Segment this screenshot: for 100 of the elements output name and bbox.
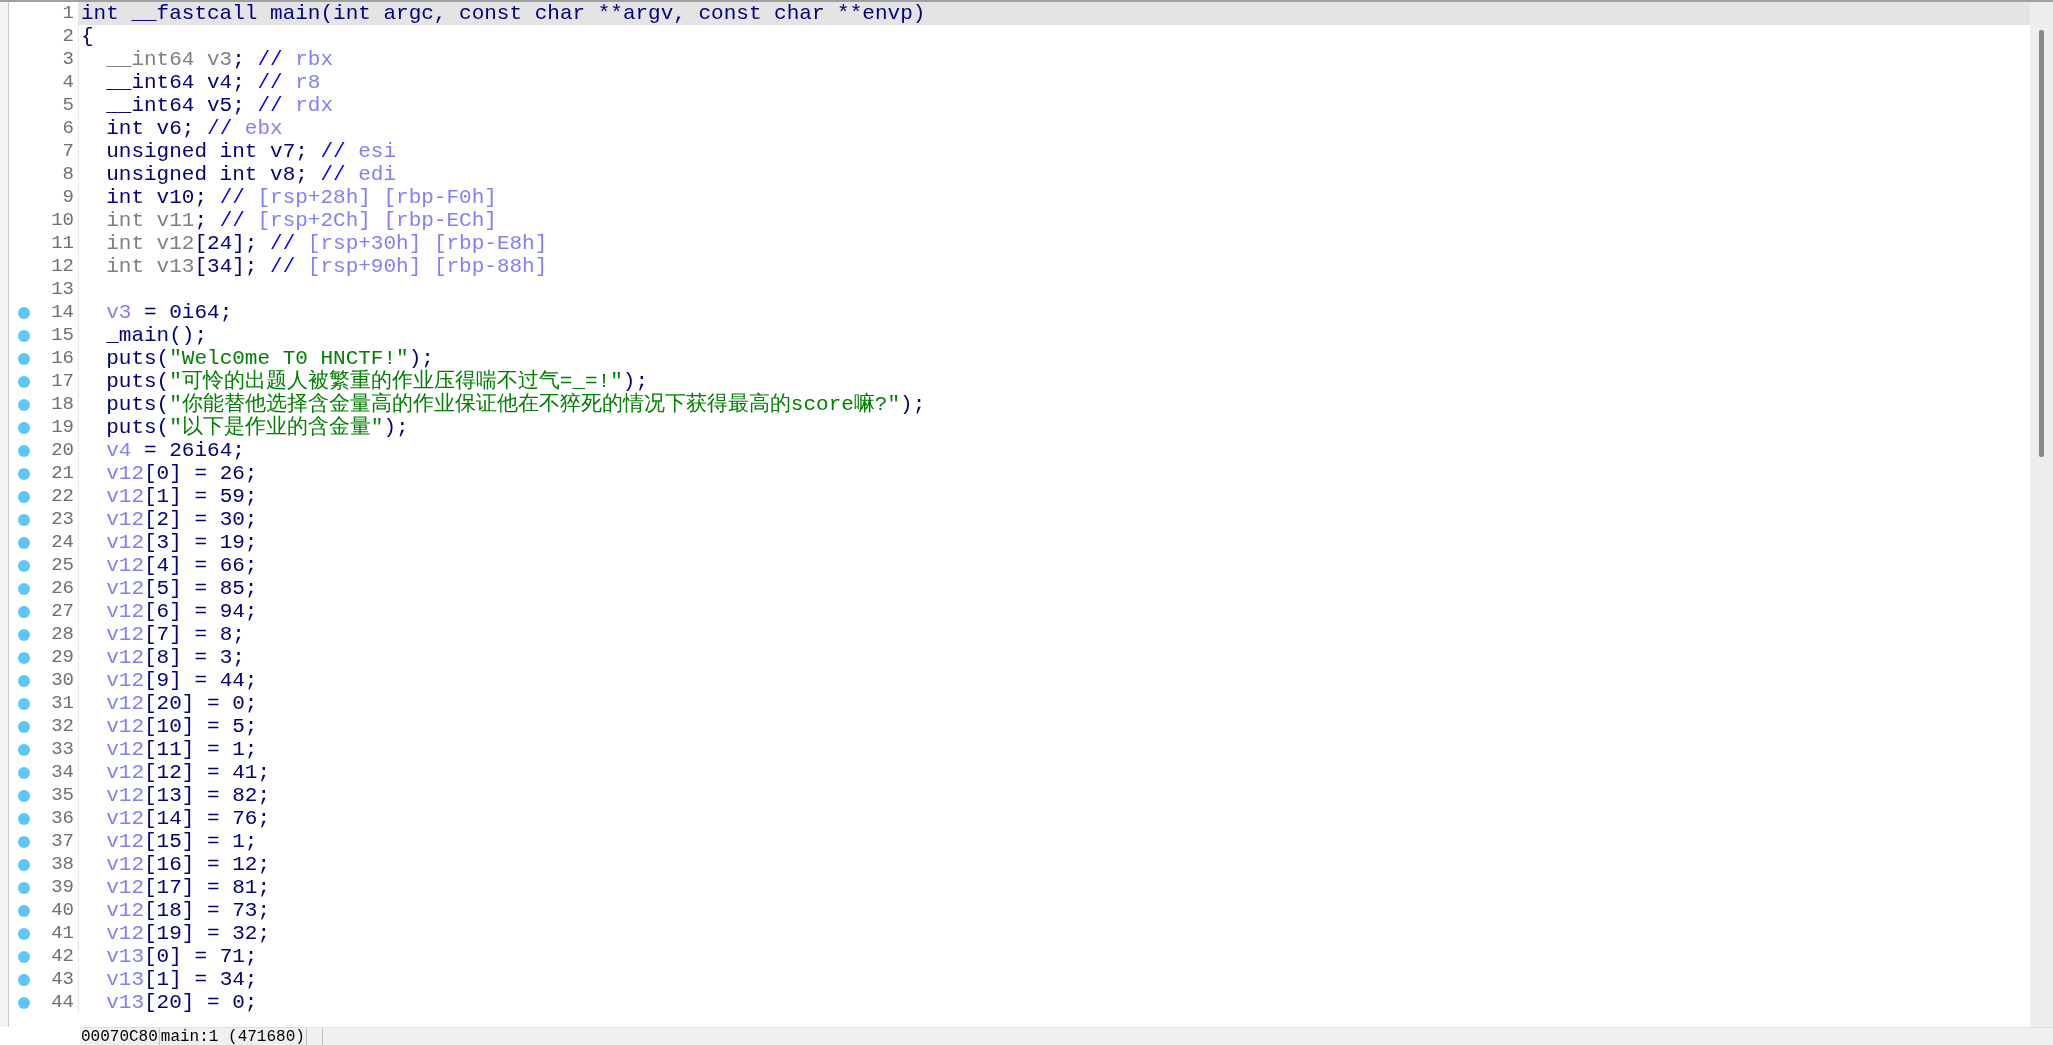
line-number: 3	[39, 48, 79, 71]
breakpoint-dot-icon[interactable]	[18, 329, 30, 342]
code-line: v12[12] = 41;	[105, 761, 272, 784]
breakpoint-dot-icon[interactable]	[18, 628, 30, 641]
scrollbar[interactable]	[2030, 2, 2053, 1027]
line-number: 5	[39, 94, 79, 117]
code-line: v12[18] = 73;	[105, 899, 272, 922]
code-line: v3 = 0i64;	[105, 301, 234, 324]
line-number: 4	[39, 71, 79, 94]
breakpoint-dot-icon[interactable]	[18, 467, 30, 480]
code-line: v12[6] = 94;	[105, 600, 259, 623]
line-number: 11	[39, 232, 79, 255]
breakpoint-dot-icon[interactable]	[18, 490, 30, 503]
code-line: v13[1] = 34;	[105, 968, 259, 991]
line-number: 35	[39, 784, 79, 807]
line-number: 25	[39, 554, 79, 577]
breakpoint-dot-icon[interactable]	[18, 651, 30, 664]
line-number: 26	[39, 577, 79, 600]
code-line: v12[20] = 0;	[105, 692, 259, 715]
code-line: puts("可怜的出题人被繁重的作业压得喘不过气=_=!");	[105, 370, 650, 393]
line-number: 42	[39, 945, 79, 968]
code-line: puts("你能替他选择含金量高的作业保证他在不猝死的情况下获得最高的score嘛?");	[105, 393, 927, 416]
code-line: v12[10] = 5;	[105, 715, 259, 738]
line-number: 44	[39, 991, 79, 1014]
breakpoint-dot-icon[interactable]	[18, 766, 30, 779]
line-number: 38	[39, 853, 79, 876]
breakpoint-dot-icon[interactable]	[18, 582, 30, 595]
code-line: v12[1] = 59;	[105, 485, 259, 508]
line-number: 40	[39, 899, 79, 922]
breakpoint-dot-icon[interactable]	[18, 904, 30, 917]
breakpoint-dot-icon[interactable]	[18, 398, 30, 411]
breakpoint-dot-icon[interactable]	[18, 927, 30, 940]
breakpoint-dot-icon[interactable]	[18, 375, 30, 388]
code-line: unsigned int v7; // esi	[105, 140, 398, 163]
breakpoint-dot-icon[interactable]	[18, 605, 30, 618]
code-line: __int64 v3; // rbx	[105, 48, 335, 71]
line-number: 19	[39, 416, 79, 439]
line-number: 2	[39, 25, 79, 48]
line-number: 15	[39, 324, 79, 347]
code-line: v12[19] = 32;	[105, 922, 272, 945]
breakpoint-dot-icon[interactable]	[18, 536, 30, 549]
breakpoint-dot-icon[interactable]	[18, 973, 30, 986]
code-line: v12[13] = 82;	[105, 784, 272, 807]
code-line: _main();	[105, 324, 209, 347]
line-number: 21	[39, 462, 79, 485]
breakpoint-dot-icon[interactable]	[18, 950, 30, 963]
breakpoint-dot-icon[interactable]	[18, 352, 30, 365]
line-number: 14	[39, 301, 79, 324]
breakpoint-dot-icon[interactable]	[18, 720, 30, 733]
line-number: 8	[39, 163, 79, 186]
breakpoint-dot-icon[interactable]	[18, 421, 30, 434]
code-line: v13[0] = 71;	[105, 945, 259, 968]
line-number: 39	[39, 876, 79, 899]
breakpoint-dot-icon[interactable]	[18, 743, 30, 756]
line-number: 29	[39, 646, 79, 669]
line-number: 27	[39, 600, 79, 623]
code-line: v12[11] = 1;	[105, 738, 259, 761]
line-number: 10	[39, 209, 79, 232]
line-number: 22	[39, 485, 79, 508]
breakpoint-dot-icon[interactable]	[18, 444, 30, 457]
code-line: v13[20] = 0;	[105, 991, 259, 1014]
code-line: v12[16] = 12;	[105, 853, 272, 876]
breakpoint-dot-icon[interactable]	[18, 559, 30, 572]
breakpoint-dot-icon[interactable]	[18, 996, 30, 1009]
breakpoint-dot-icon[interactable]	[18, 835, 30, 848]
code-line: unsigned int v8; // edi	[105, 163, 398, 186]
breakpoint-dot-icon[interactable]	[18, 306, 30, 319]
line-number: 20	[39, 439, 79, 462]
line-number: 24	[39, 531, 79, 554]
code-line: {	[80, 25, 95, 48]
line-number: 31	[39, 692, 79, 715]
code-line: puts("以下是作业的含金量");	[105, 416, 410, 439]
code-line: int v13[34]; // [rsp+90h] [rbp-88h]	[105, 255, 549, 278]
code-line: int v11; // [rsp+2Ch] [rbp-ECh]	[105, 209, 498, 232]
line-number: 43	[39, 968, 79, 991]
code-line: v12[5] = 85;	[105, 577, 259, 600]
breakpoint-dot-icon[interactable]	[18, 513, 30, 526]
breakpoint-dot-icon[interactable]	[18, 674, 30, 687]
address-label: 00070C80	[80, 1028, 160, 1045]
line-number: 12	[39, 255, 79, 278]
code-line: int v6; // ebx	[105, 117, 284, 140]
code-line: v12[3] = 19;	[105, 531, 259, 554]
breakpoint-dot-icon[interactable]	[18, 858, 30, 871]
code-line: int v10; // [rsp+28h] [rbp-F0h]	[105, 186, 498, 209]
code-line: v12[4] = 66;	[105, 554, 259, 577]
code-line: int v12[24]; // [rsp+30h] [rbp-E8h]	[105, 232, 549, 255]
code-line: v4 = 26i64;	[105, 439, 246, 462]
code-line: v12[14] = 76;	[105, 807, 272, 830]
breakpoint-dot-icon[interactable]	[18, 812, 30, 825]
line-number: 34	[39, 761, 79, 784]
breakpoint-dot-icon[interactable]	[18, 881, 30, 894]
code-line: v12[8] = 3;	[105, 646, 246, 669]
line-number: 33	[39, 738, 79, 761]
breakpoint-dot-icon[interactable]	[18, 697, 30, 710]
code-line: v12[15] = 1;	[105, 830, 259, 853]
breakpoint-dot-icon[interactable]	[18, 789, 30, 802]
code-line: v12[9] = 44;	[105, 669, 259, 692]
code-line: v12[2] = 30;	[105, 508, 259, 531]
code-line: puts("Welc0me T0 HNCTF!");	[105, 347, 435, 370]
location-label: main:1 (471680)	[159, 1028, 307, 1045]
